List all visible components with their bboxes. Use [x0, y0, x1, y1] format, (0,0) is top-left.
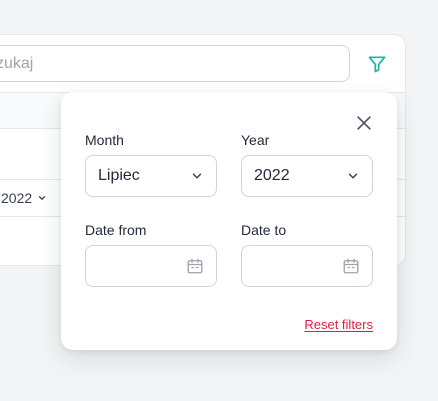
reset-filters-link[interactable]: Reset filters: [304, 317, 373, 332]
date-from-field[interactable]: [85, 245, 217, 287]
month-label: Month: [85, 132, 124, 148]
year-select[interactable]: 2022: [241, 155, 373, 197]
calendar-icon: [187, 258, 203, 274]
date-from-label: Date from: [85, 222, 147, 238]
date-to-label: Date to: [241, 222, 287, 238]
search-input-value: zukaj: [0, 54, 34, 72]
month-select-value: Lipiec: [98, 167, 140, 184]
year-dropdown-background[interactable]: 2022: [1, 190, 47, 206]
chevron-down-icon: [39, 196, 46, 200]
date-to-field[interactable]: [241, 245, 373, 287]
year-select-value: 2022: [254, 167, 290, 184]
month-select[interactable]: Lipiec: [85, 155, 217, 197]
year-dropdown-value: 2022: [1, 190, 33, 206]
chevron-down-icon: [192, 173, 202, 179]
chevron-down-icon: [348, 173, 358, 179]
calendar-icon: [343, 258, 359, 274]
filters-popover: Month Lipiec Year 2022 Date from Date to…: [61, 92, 397, 350]
close-icon[interactable]: [354, 113, 374, 133]
search-input[interactable]: zukaj: [0, 45, 350, 82]
filter-icon[interactable]: [367, 54, 387, 74]
year-label: Year: [241, 132, 270, 148]
